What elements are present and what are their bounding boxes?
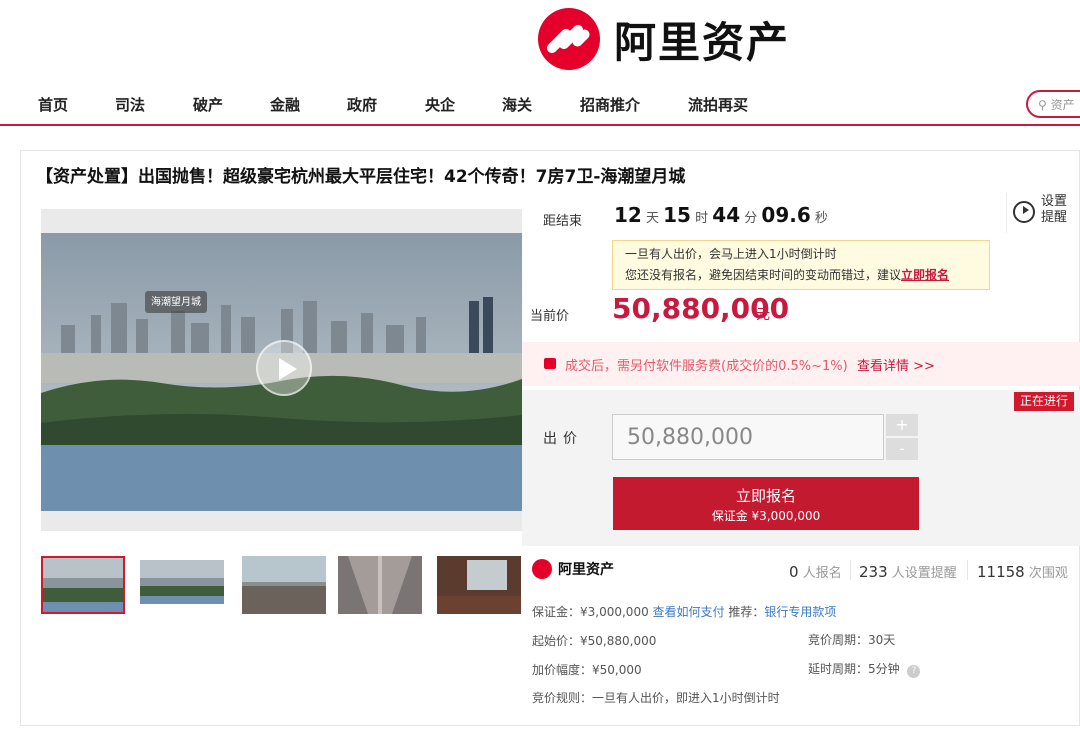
- main-nav: 首页 司法 破产 金融 政府 央企 海关 招商推介 流拍再买 ⚲ 资产: [0, 84, 1080, 126]
- thumbnail-2[interactable]: [140, 556, 224, 614]
- brand-small: 阿里资产: [532, 559, 614, 579]
- thumbnail-corridor-image: [338, 556, 422, 614]
- thumbnail-interior-image: [242, 556, 326, 614]
- signup-count: 0 人报名: [789, 562, 842, 581]
- top-header: 阿里资产: [0, 0, 1080, 78]
- set-reminder-button[interactable]: 设置提醒: [1006, 193, 1072, 233]
- signup-count-unit: 人报名: [802, 566, 842, 581]
- current-price-label: 当前价: [530, 309, 570, 324]
- thumbnail-city-image: [140, 556, 224, 614]
- gift-icon: [544, 358, 556, 369]
- nav-item-home[interactable]: 首页: [38, 94, 68, 115]
- logo-mark-icon: [532, 559, 552, 579]
- page-title: 【资产处置】出国抛售！超级豪宅杭州最大平层住宅！42个传奇！7房7卫-海潮望月城: [36, 167, 686, 187]
- nav-item-government[interactable]: 政府: [347, 94, 377, 115]
- delay-period: 延时周期：5分钟: [808, 662, 900, 676]
- search-input[interactable]: ⚲ 资产: [1026, 90, 1080, 118]
- signup-button[interactable]: 立即报名 保证金 ¥3,000,000: [613, 477, 919, 530]
- signup-button-label: 立即报名: [735, 487, 796, 505]
- notice-line-2: 您还没有报名，避免因结束时间的变动而错过，建议立即报名: [625, 265, 989, 286]
- deposit-text: 保证金：¥3,000,000: [532, 605, 649, 619]
- notice-line-2-text: 您还没有报名，避免因结束时间的变动而错过，建议: [625, 268, 902, 282]
- bid-amount-input[interactable]: 50,880,000: [612, 414, 884, 460]
- countdown-hours-unit: 时: [695, 211, 709, 226]
- nav-item-customs[interactable]: 海关: [502, 94, 532, 115]
- bank-account-link[interactable]: 银行专用款项: [764, 605, 836, 619]
- countdown-days-unit: 天: [645, 211, 659, 226]
- countdown-minutes-unit: 分: [744, 211, 758, 226]
- increase-bid-button[interactable]: +: [886, 414, 918, 436]
- brand-small-text: 阿里资产: [558, 562, 614, 578]
- thumbnail-city-image: [43, 558, 123, 612]
- thumbnail-1[interactable]: [41, 556, 125, 614]
- notice-line-1: 一旦有人出价，会马上进入1小时倒计时: [625, 247, 837, 261]
- help-icon[interactable]: ?: [907, 665, 921, 678]
- nav-item-soe[interactable]: 央企: [425, 94, 455, 115]
- view-count-value: 11158: [977, 563, 1025, 581]
- search-icon: ⚲: [1038, 98, 1047, 112]
- nav-item-bankruptcy[interactable]: 破产: [193, 94, 223, 115]
- nav-item-judicial[interactable]: 司法: [115, 94, 145, 115]
- bid-period: 竞价周期：30天: [808, 633, 896, 647]
- nav-item-relist[interactable]: 流拍再买: [688, 94, 748, 115]
- image-caption: 海潮望月城: [151, 297, 201, 308]
- notice-signup-link[interactable]: 立即报名: [901, 268, 949, 282]
- thumbnail-4[interactable]: [338, 556, 422, 614]
- countdown-hours: 15: [663, 203, 691, 227]
- search-placeholder: 资产: [1050, 98, 1075, 112]
- thumbnail-3[interactable]: [242, 556, 326, 614]
- service-fee-bar: 成交后，需另付软件服务费(成交价的0.5%~1%) 查看详情 >>: [522, 342, 1080, 386]
- signup-deposit-text: 保证金 ¥3,000,000: [711, 509, 821, 523]
- countdown-days: 12: [614, 203, 642, 227]
- decrease-bid-button[interactable]: -: [886, 438, 918, 460]
- bid-notice: 一旦有人出价，会马上进入1小时倒计时 您还没有报名，避免因结束时间的变动而错过，…: [612, 240, 990, 290]
- recommend-label: 推荐：: [728, 605, 765, 619]
- stats-divider: [850, 560, 851, 580]
- reminder-count: 233 人设置提醒: [859, 562, 957, 581]
- countdown-label: 距结束: [543, 214, 583, 229]
- fee-details-link[interactable]: 查看详情 >>: [857, 355, 935, 374]
- current-price-unit: 元: [756, 307, 770, 323]
- countdown-seconds: 09.6: [761, 203, 811, 227]
- bid-rules: 竞价规则：一旦有人出价，即进入1小时倒计时: [532, 691, 780, 705]
- start-price: 起始价：¥50,880,000: [532, 634, 657, 648]
- stats-divider: [967, 560, 968, 580]
- deposit-row: 保证金：¥3,000,000 查看如何支付 推荐：银行专用款项: [532, 603, 836, 620]
- thumbnail-room-image: [437, 556, 521, 614]
- play-video-button[interactable]: [256, 340, 312, 396]
- status-badge: 正在进行: [1014, 392, 1074, 411]
- bid-increment: 加价幅度：¥50,000: [532, 663, 642, 677]
- bid-label: 出价: [543, 431, 583, 447]
- set-reminder-label: 设置提醒: [1041, 194, 1068, 225]
- nav-item-investment[interactable]: 招商推介: [580, 94, 640, 115]
- nav-item-finance[interactable]: 金融: [270, 94, 300, 115]
- countdown-timer: 12 天 15 时 44 分 09.6 秒: [614, 203, 828, 227]
- logo-text: 阿里资产: [614, 17, 791, 67]
- thumbnail-5[interactable]: [437, 556, 521, 614]
- countdown-seconds-unit: 秒: [814, 211, 828, 226]
- signup-count-value: 0: [789, 563, 799, 581]
- view-count-unit: 次围观: [1028, 566, 1068, 581]
- site-logo[interactable]: 阿里资产: [538, 8, 790, 70]
- countdown-minutes: 44: [712, 203, 741, 227]
- alarm-clock-icon: [1013, 201, 1035, 223]
- service-fee-text: 成交后，需另付软件服务费(成交价的0.5%~1%): [565, 359, 848, 374]
- delay-period-row: 延时周期：5分钟 ?: [808, 660, 921, 678]
- logo-mark-icon: [538, 8, 600, 70]
- view-count: 11158 次围观: [977, 562, 1068, 581]
- reminder-count-unit: 人设置提醒: [891, 566, 957, 581]
- reminder-count-value: 233: [859, 563, 888, 581]
- how-to-pay-link[interactable]: 查看如何支付: [653, 605, 725, 619]
